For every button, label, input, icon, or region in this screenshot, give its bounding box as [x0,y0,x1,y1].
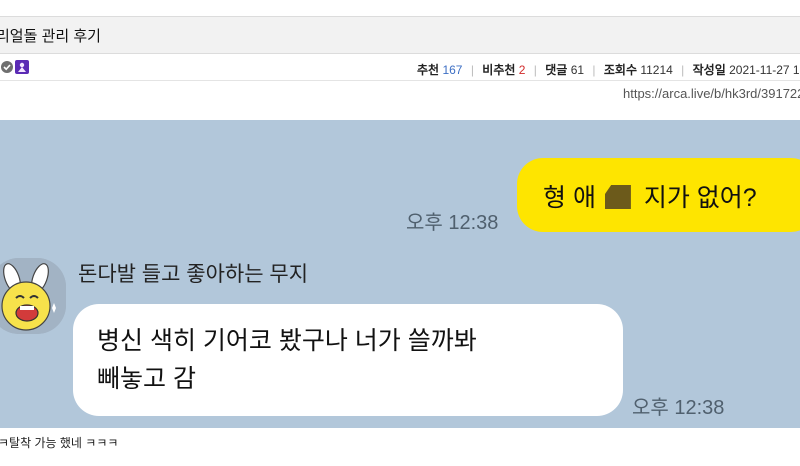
chat-screenshot: 형 애 지가 없어? 오후 12:38 돈다발 들고 좋아하는 무지 병신 색히… [0,120,800,428]
post-title: 리얼돌 관리 후기 [0,28,101,45]
post-body-text: ㅋ탈착 가능 했네 ㅋㅋㅋ [0,436,119,450]
post-url-link[interactable]: https://arca.live/b/hk3rd/391722 [623,86,800,101]
my-message-text: 형 애 지가 없어? [543,178,757,214]
received-message-text: 병신 색히 기어코 봤구나 너가 쓸까봐 빼놓고 감 [97,327,477,393]
received-message-time: 오후 12:38 [632,397,725,419]
separator: | [470,63,474,77]
recommend-count: 167 [442,63,463,77]
notrecommend-label: 비추천 [482,63,516,77]
redaction-mark [604,185,631,209]
my-message-time: 오후 12:38 [406,212,499,234]
separator: | [533,63,537,77]
post-url-row: https://arca.live/b/hk3rd/391722 [0,82,800,106]
separator: | [681,63,685,77]
post-title-bar: 리얼돌 관리 후기 [0,16,800,54]
muzi-character-icon [0,258,66,334]
comments-count: 61 [570,63,585,77]
post-info-row: 추천 167 | 비추천 2 | 댓글 61 | 조회수 11214 | 작성일… [0,55,800,81]
comments-label: 댓글 [545,63,568,77]
my-message-pre: 형 애 [543,184,596,212]
views-label: 조회수 [603,63,637,77]
my-message-post: 지가 없어? [643,184,757,212]
views-count: 11214 [640,63,673,77]
notrecommend-count: 2 [518,63,526,77]
post-stats: 추천 167 | 비추천 2 | 댓글 61 | 조회수 11214 | 작성일… [417,61,800,78]
date-label: 작성일 [692,63,726,77]
sender-name: 돈다발 들고 좋아하는 무지 [78,263,309,286]
recommend-label: 추천 [417,63,440,77]
received-message-bubble: 병신 색히 기어코 봤구나 너가 쓸까봐 빼놓고 감 [73,304,623,416]
user-badge-icon [1,61,13,73]
post-date: 2021-11-27 12:4 [729,63,800,77]
user-level-icon [15,60,29,74]
separator: | [592,63,596,77]
my-message-bubble: 형 애 지가 없어? [517,158,800,232]
